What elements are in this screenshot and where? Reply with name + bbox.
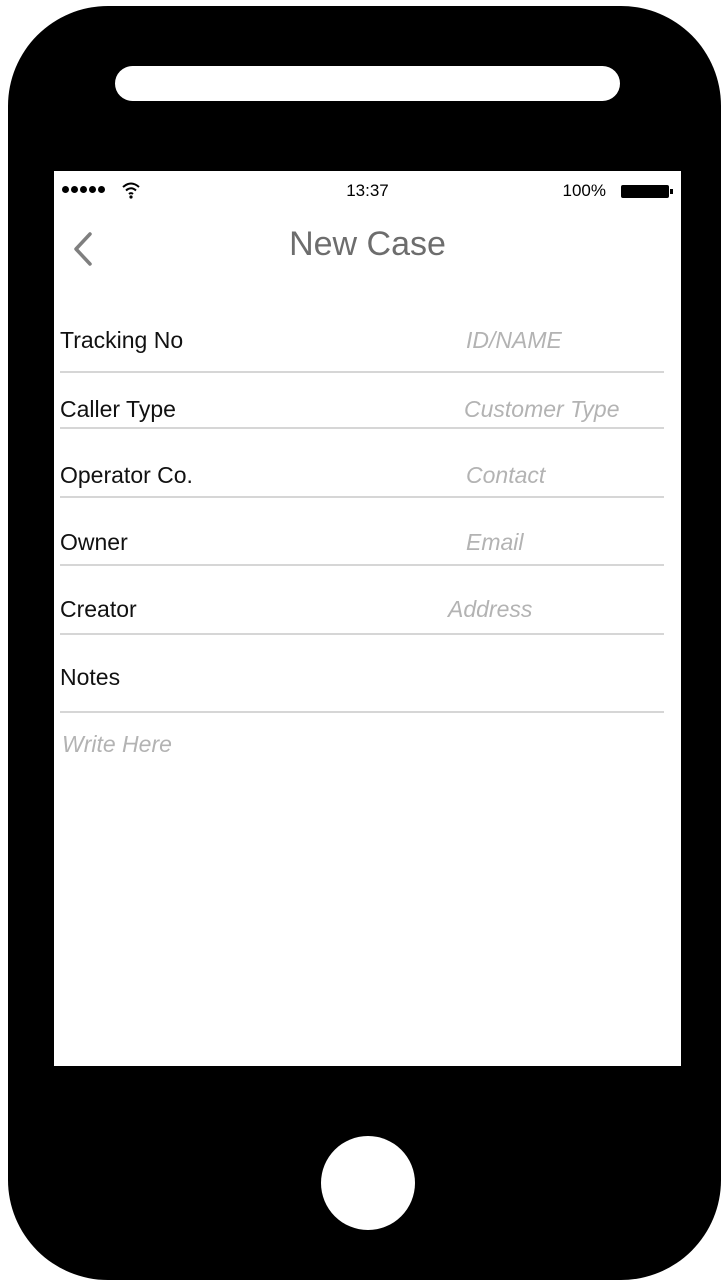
divider xyxy=(60,711,664,713)
notes-label: Notes xyxy=(60,664,121,690)
status-bar: 13:37 100% xyxy=(54,181,681,203)
divider xyxy=(60,633,664,635)
field-label: Caller Type xyxy=(60,396,176,422)
divider xyxy=(60,564,664,566)
speaker-grille xyxy=(115,66,620,101)
field-label: Owner xyxy=(60,529,128,555)
operator-co-input[interactable]: Contact xyxy=(466,462,545,489)
phone-frame: 13:37 100% New Case Tracking No ID/NAME … xyxy=(8,6,721,1280)
divider xyxy=(60,496,664,498)
creator-input[interactable]: Address xyxy=(448,596,532,623)
tracking-no-input[interactable]: ID/NAME xyxy=(466,327,562,354)
field-label: Tracking No xyxy=(60,327,184,353)
divider xyxy=(60,371,664,373)
field-label: Creator xyxy=(60,596,137,622)
field-label: Operator Co. xyxy=(60,462,193,488)
divider xyxy=(60,427,664,429)
home-button[interactable] xyxy=(321,1136,415,1230)
battery-percent: 100% xyxy=(562,181,606,200)
page-title: New Case xyxy=(289,225,446,263)
caller-type-input[interactable]: Customer Type xyxy=(464,396,620,423)
screen: 13:37 100% New Case Tracking No ID/NAME … xyxy=(54,171,681,1066)
battery-tip xyxy=(670,189,673,194)
owner-input[interactable]: Email xyxy=(466,529,524,556)
notes-textarea[interactable]: Write Here xyxy=(62,731,172,758)
battery-icon xyxy=(621,185,669,198)
